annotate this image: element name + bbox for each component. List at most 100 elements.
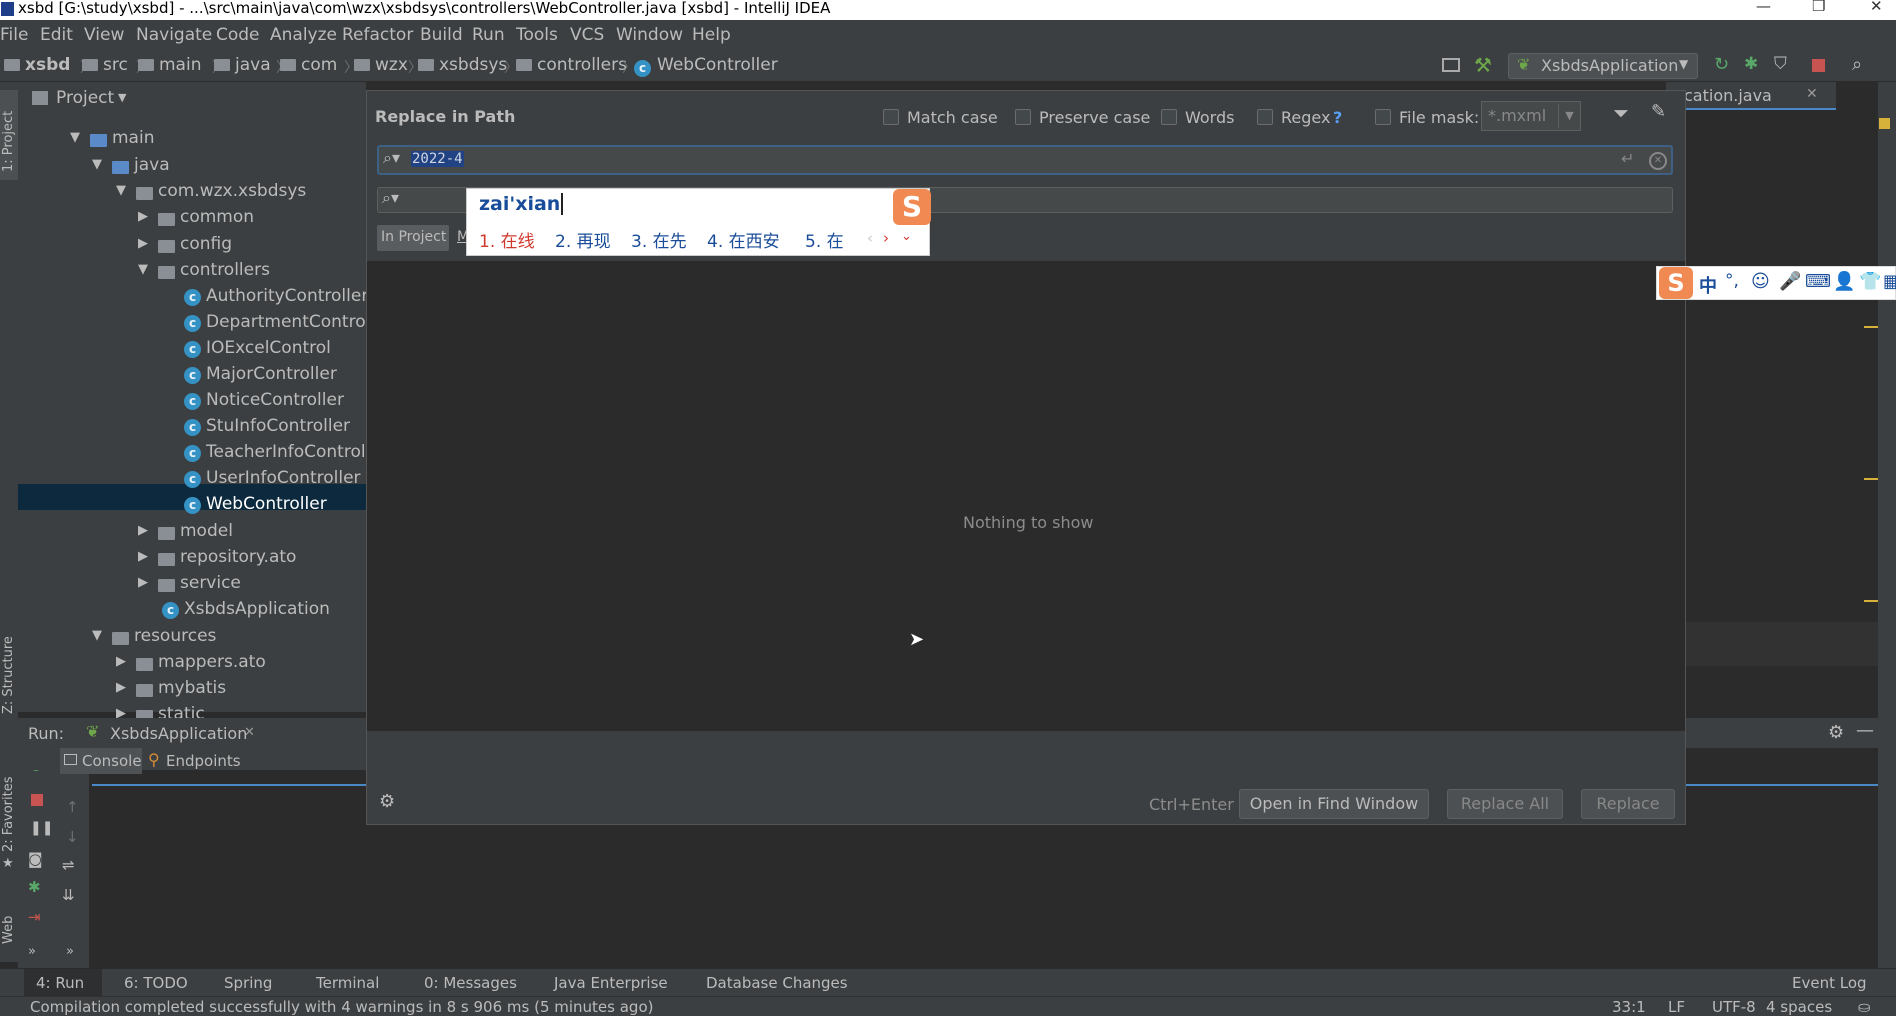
collapsed-arrow-icon[interactable]: ▶ [138,549,148,564]
debug-bug-icon[interactable]: ✱ [28,878,41,896]
filter-icon[interactable]: ⏷ [1613,101,1629,125]
tree-item[interactable]: repository.ato [180,547,296,567]
ime-mode-label[interactable]: 中 [1699,272,1717,298]
menu-edit[interactable]: Edit [40,25,73,45]
run-config-selector[interactable]: ❦ XsbdsApplication ▼ [1508,53,1698,79]
breadcrumb-main[interactable]: main [138,55,201,75]
ime-candidate-3[interactable]: 3. 在先 [631,227,687,252]
preserve-case-label[interactable]: Preserve case [1039,108,1150,127]
words-label[interactable]: Words [1185,108,1234,127]
scroll-up-icon[interactable]: ↑ [66,798,79,816]
run-config-tab[interactable]: XsbdsApplication [110,724,247,743]
pin-icon[interactable]: ✎ [1651,101,1666,122]
ime-candidate-5[interactable]: 5. 在 [805,227,844,252]
minimize-icon[interactable]: — [1756,0,1771,14]
status-message[interactable]: Compilation completed successfully with … [30,998,653,1016]
project-panel-title[interactable]: Project [56,88,114,108]
tree-item[interactable]: config [180,234,232,254]
menu-analyze[interactable]: Analyze [270,25,337,45]
terminal-tool-label[interactable]: Terminal [316,974,379,992]
expanded-arrow-icon[interactable]: ▼ [92,157,102,172]
spring-tool-label[interactable]: Spring [224,974,272,992]
close-icon[interactable]: ✕ [1870,0,1883,14]
tree-item[interactable]: AuthorityController [206,286,368,306]
tree-item[interactable]: model [180,521,233,541]
tree-item[interactable]: StuInfoController [206,416,350,436]
emoji-icon[interactable]: ☺ [1751,271,1770,292]
scroll-down-icon[interactable]: ↓ [66,828,79,846]
menu-refactor[interactable]: Refactor [342,25,413,45]
menu-tools[interactable]: Tools [516,25,558,45]
preserve-case-checkbox[interactable] [1015,109,1031,125]
exit-icon[interactable]: ⇥ [28,908,41,926]
hide-icon[interactable]: — [1856,720,1874,741]
tree-item[interactable]: common [180,207,254,227]
regex-checkbox[interactable] [1257,109,1273,125]
restore-icon[interactable]: ❐ [1812,0,1825,14]
replace-history-icon[interactable]: ⌕▾ [382,188,399,208]
microphone-icon[interactable]: 🎤 [1779,271,1801,292]
collapsed-arrow-icon[interactable]: ▶ [116,680,126,695]
file-mask-combo[interactable]: *.mxml ▼ [1481,101,1581,131]
structure-tool-label[interactable]: Z: Structure [1,636,16,714]
chevron-down-icon[interactable]: ▼ [118,91,126,104]
soft-wrap-icon[interactable]: ⇌ [62,856,75,874]
collapsed-arrow-icon[interactable]: ▶ [138,236,148,251]
gear-icon[interactable]: ⚙ [1828,722,1844,743]
match-case-label[interactable]: Match case [907,108,998,127]
project-tool-button[interactable]: 1: Project [0,90,18,180]
tree-item[interactable]: DepartmentController [206,312,393,332]
menu-run[interactable]: Run [472,25,505,45]
stop-icon[interactable] [1812,59,1825,72]
tree-item[interactable]: XsbdsApplication [184,599,330,619]
keyboard-icon[interactable]: ⌨ [1805,271,1831,292]
breadcrumb-java[interactable]: java [214,55,271,75]
messages-tool-label[interactable]: 0: Messages [424,974,517,992]
breadcrumb-webcontroller[interactable]: c WebController [634,55,778,77]
console-tab[interactable]: Console [60,748,142,774]
debug-bug-icon[interactable]: ✱ [1744,54,1758,74]
menu-code[interactable]: Code [216,25,260,45]
layout-icon[interactable] [1442,58,1460,72]
tree-item[interactable]: mybatis [158,678,226,698]
search-input[interactable]: ⌕▾ 2022-4 ↵ ✕ [377,145,1673,175]
expanded-arrow-icon[interactable]: ▼ [92,628,102,643]
search-history-icon[interactable]: ⌕▾ [383,148,400,168]
tree-item[interactable]: WebController [206,494,327,514]
tree-item[interactable]: mappers.ato [158,652,266,672]
collapsed-arrow-icon[interactable]: ▶ [138,209,148,224]
menu-build[interactable]: Build [420,25,463,45]
scope-tab-in-project[interactable]: In Project [377,225,449,251]
next-page-icon[interactable]: › [883,229,889,247]
breadcrumb-controllers[interactable]: controllers [516,55,627,75]
ime-candidate-1[interactable]: 1. 在线 [479,227,535,252]
user-icon[interactable]: 👤 [1833,271,1855,292]
collapsed-arrow-icon[interactable]: ▶ [116,654,126,669]
breadcrumb-xsbdsys[interactable]: xsbdsys [418,55,507,75]
breadcrumb-com[interactable]: com [280,55,337,75]
tree-item[interactable]: NoticeController [206,390,344,410]
todo-tool-label[interactable]: 6: TODO [124,974,188,992]
pause-icon[interactable]: ❚❚ [30,820,53,836]
stop-icon[interactable] [31,794,43,806]
run-tool-label[interactable]: 4: Run [36,974,84,992]
lock-icon[interactable]: ⛀ [1858,998,1871,1016]
tree-item[interactable]: MajorController [206,364,337,384]
favorites-tool-label[interactable]: 2: Favorites [1,776,16,852]
punctuation-icon[interactable]: °, [1725,271,1739,291]
menu-window[interactable]: Window [616,25,683,45]
database-changes-tool-label[interactable]: Database Changes [706,974,848,992]
menu-vcs[interactable]: VCS [570,25,604,45]
editor-tab[interactable]: cation.java ✕ [1666,82,1836,110]
tree-item[interactable]: UserInfoController [206,468,361,488]
tree-item[interactable]: service [180,573,241,593]
tree-item[interactable]: com.wzx.xsbdsys [158,181,306,201]
breadcrumb-src[interactable]: src [82,55,128,75]
clear-icon[interactable]: ✕ [1649,152,1667,170]
menu-file[interactable]: File [0,25,28,45]
tree-item[interactable]: main [112,128,154,148]
prev-page-icon[interactable]: ‹ [867,229,873,247]
expand-icon[interactable]: » [28,944,36,959]
toolbox-icon[interactable]: ▦ [1883,271,1896,292]
close-tab-icon[interactable]: ✕ [244,725,255,740]
